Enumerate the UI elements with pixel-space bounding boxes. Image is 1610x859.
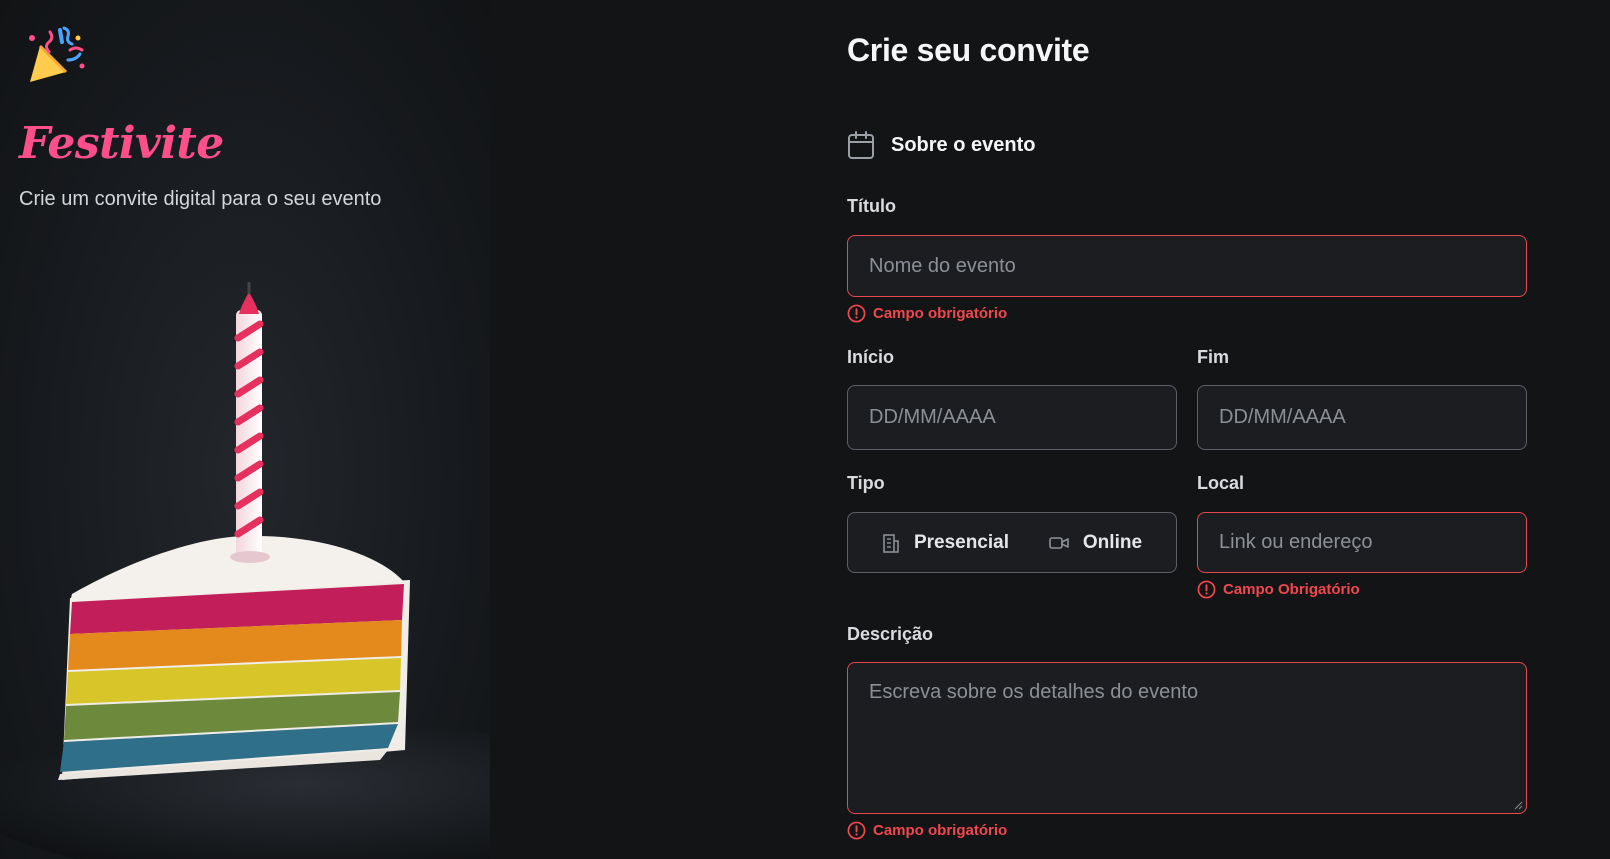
title-input[interactable]: Nome do evento	[847, 235, 1527, 297]
location-label: Local	[1197, 473, 1245, 493]
type-option-presencial[interactable]: Presencial	[882, 532, 1009, 554]
end-date-placeholder: DD/MM/AAAA	[1219, 406, 1346, 428]
description-textarea[interactable]: Escreva sobre os detalhes do evento	[847, 662, 1527, 814]
event-type-toggle: Presencial Online	[847, 512, 1177, 573]
alert-circle-icon	[1197, 580, 1216, 599]
end-date-input[interactable]: DD/MM/AAAA	[1197, 385, 1527, 450]
description-label: Descrição	[847, 624, 934, 644]
cake-illustration	[0, 282, 490, 859]
location-error-text: Campo Obrigatório	[1223, 581, 1360, 598]
party-popper-icon	[29, 26, 85, 82]
location-error: Campo Obrigatório	[1197, 580, 1360, 599]
title-error: Campo obrigatório	[847, 304, 1007, 323]
description-error-text: Campo obrigatório	[873, 822, 1008, 839]
description-error: Campo obrigatório	[847, 821, 1007, 840]
alert-circle-icon	[847, 821, 866, 840]
title-label: Título	[847, 196, 896, 216]
title-error-text: Campo obrigatório	[873, 305, 1008, 322]
building-icon	[883, 533, 899, 553]
brand-name: Festivite	[19, 118, 224, 169]
calendar-icon	[848, 131, 874, 159]
start-label: Início	[847, 347, 895, 367]
section-header: Sobre o evento	[847, 130, 1035, 160]
type-label: Tipo	[847, 473, 885, 493]
type-option-presencial-label: Presencial	[913, 531, 1010, 553]
type-option-online-label: Online	[1082, 531, 1143, 553]
type-option-online[interactable]: Online	[1049, 532, 1142, 554]
hero-panel: Festivite Crie um convite digital para o…	[0, 0, 490, 859]
title-placeholder: Nome do evento	[869, 254, 1016, 277]
alert-circle-icon	[847, 304, 866, 323]
page-title: Crie seu convite	[847, 32, 1090, 68]
location-placeholder: Link ou endereço	[1219, 531, 1373, 553]
description-placeholder: Escreva sobre os detalhes do evento	[869, 681, 1199, 703]
section-title: Sobre o evento	[891, 133, 1036, 156]
location-input[interactable]: Link ou endereço	[1197, 512, 1527, 573]
end-label: Fim	[1197, 347, 1230, 367]
start-date-input[interactable]: DD/MM/AAAA	[847, 385, 1177, 450]
start-date-placeholder: DD/MM/AAAA	[869, 406, 996, 428]
video-camera-icon	[1049, 536, 1069, 549]
resize-handle-icon[interactable]	[1513, 800, 1523, 810]
brand-tagline: Crie um convite digital para o seu event…	[19, 188, 382, 210]
